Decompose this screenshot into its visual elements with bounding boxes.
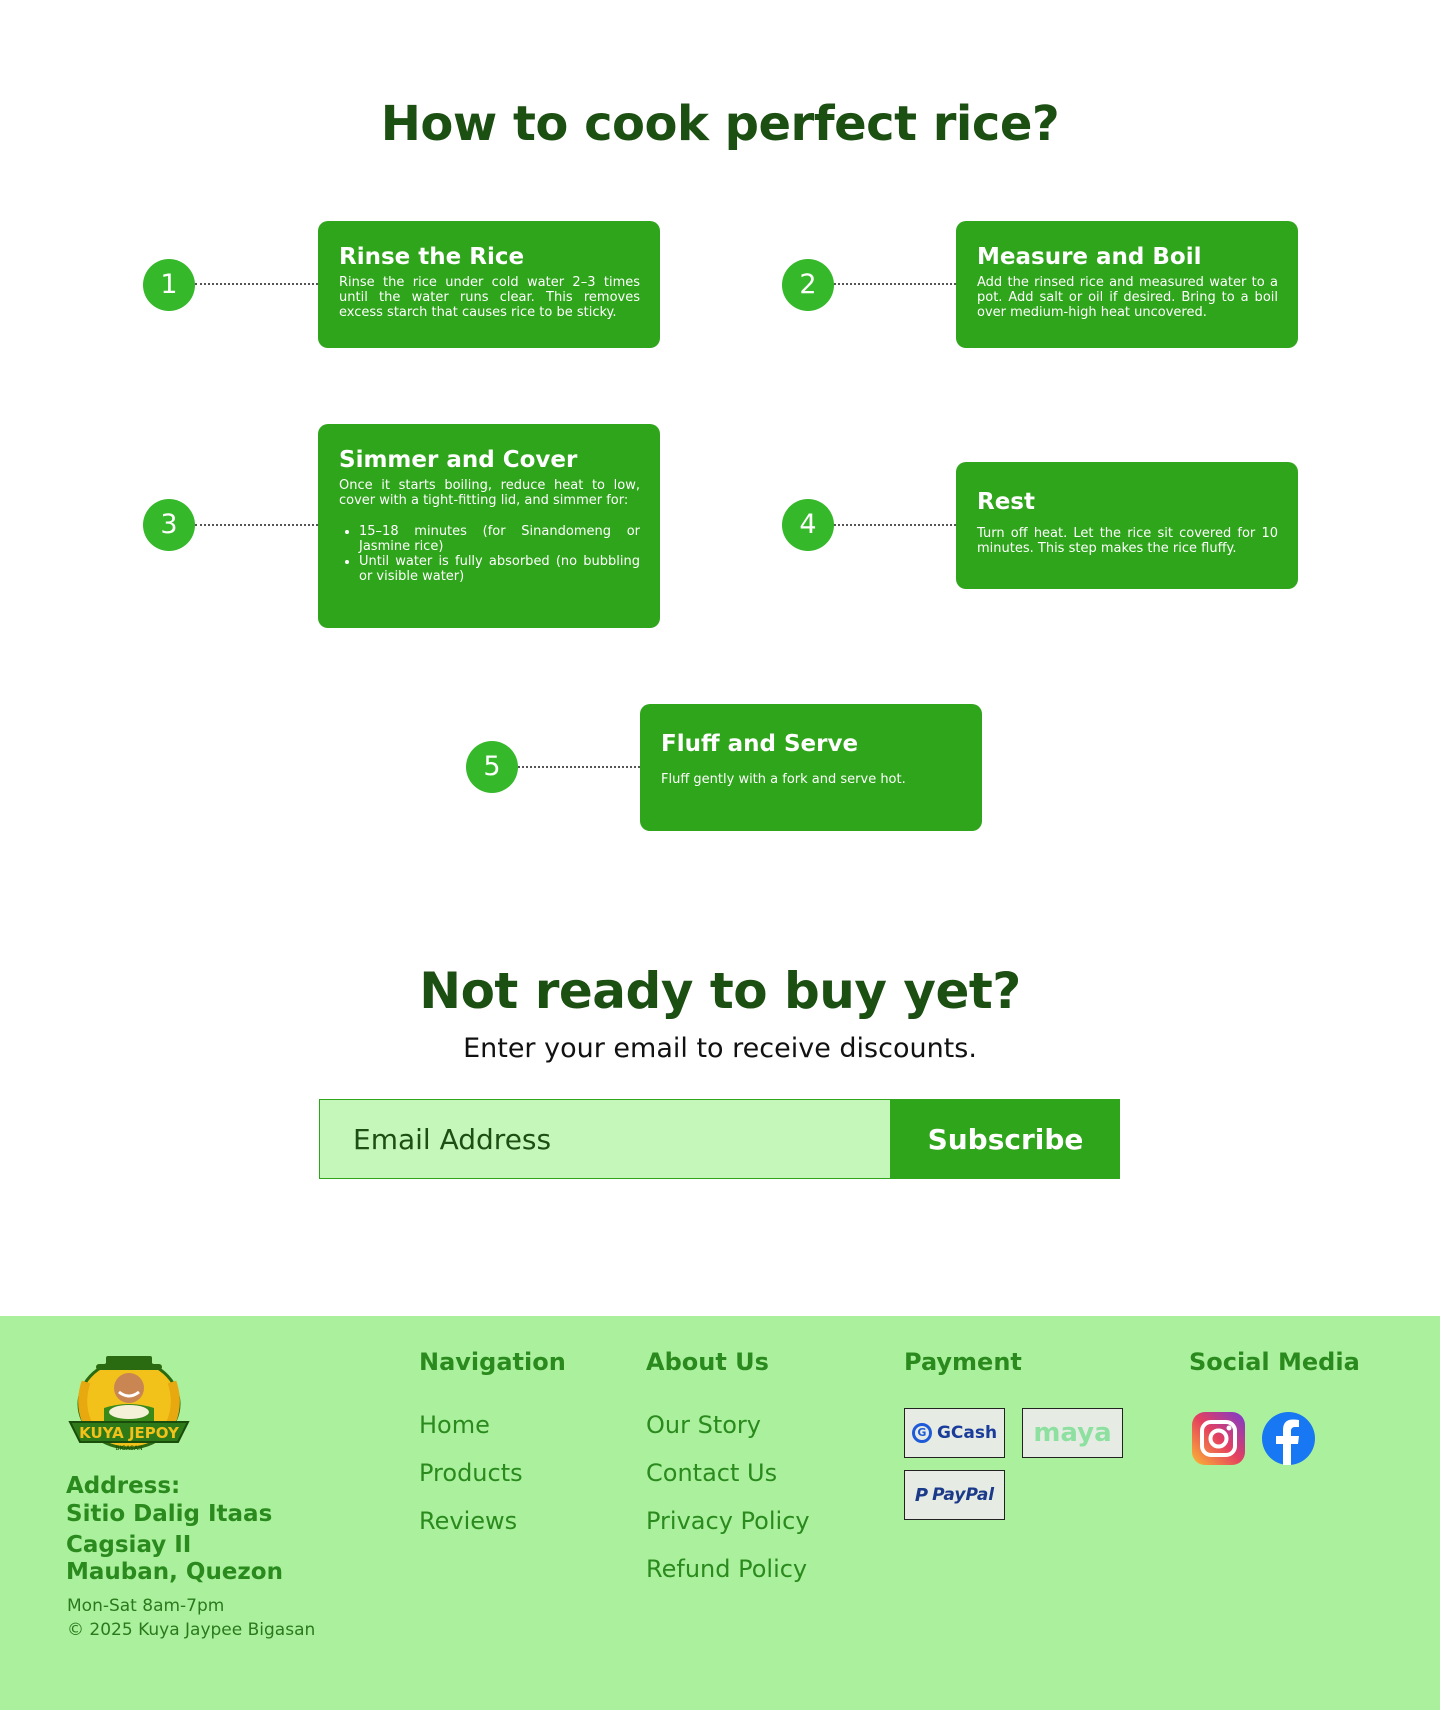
step-number: 5 — [466, 741, 518, 793]
address-line: Sitio Dalig Itaas — [66, 1501, 273, 1527]
step-title: Rinse the Rice — [339, 244, 525, 270]
step-title: Simmer and Cover — [339, 447, 578, 473]
footer: KUYA JEPOY BIGASAN Address: Sitio Dalig … — [0, 1316, 1440, 1710]
gcash-badge: G GCash — [904, 1408, 1005, 1458]
step-text: Turn off heat. Let the rice sit covered … — [977, 526, 1278, 556]
step-text: Rinse the rice under cold water 2–3 time… — [339, 275, 640, 320]
maya-badge: maya — [1022, 1408, 1123, 1458]
nav-link-products[interactable]: Products — [419, 1459, 523, 1487]
subscribe-form: Subscribe — [319, 1099, 1120, 1179]
kuya-jepoy-logo: KUYA JEPOY BIGASAN — [68, 1356, 190, 1452]
step-text: Once it starts boiling, reduce heat to l… — [339, 478, 640, 508]
newsletter-title: Not ready to buy yet? — [419, 962, 1021, 1020]
about-link-privacy-policy[interactable]: Privacy Policy — [646, 1507, 810, 1535]
step-connector — [834, 524, 956, 526]
paypal-badge: P PayPal — [904, 1470, 1005, 1520]
step-text: Add the rinsed rice and measured water t… — [977, 275, 1278, 320]
paypal-label: PayPal — [932, 1485, 995, 1505]
address-label: Address: — [66, 1473, 181, 1499]
logo-subtext: BIGASAN — [115, 1445, 142, 1452]
paypal-icon: P — [914, 1484, 929, 1506]
step-title: Rest — [977, 489, 1035, 515]
step-connector — [195, 524, 318, 526]
step-card: Fluff and Serve Fluff gently with a fork… — [640, 704, 982, 831]
payment-title: Payment — [904, 1348, 1022, 1376]
step-card: Measure and Boil Add the rinsed rice and… — [956, 221, 1298, 348]
about-link-refund-policy[interactable]: Refund Policy — [646, 1555, 807, 1583]
step-bullet: 15–18 minutes (for Sinandomeng or Jasmin… — [359, 524, 640, 554]
about-link-contact-us[interactable]: Contact Us — [646, 1459, 777, 1487]
step-connector — [518, 766, 640, 768]
step-text: Fluff gently with a fork and serve hot. — [661, 772, 906, 787]
step-card: Rest Turn off heat. Let the rice sit cov… — [956, 462, 1298, 589]
maya-label: maya — [1033, 1418, 1112, 1448]
gcash-label: GCash — [936, 1423, 998, 1443]
navigation-title: Navigation — [419, 1348, 566, 1376]
step-number: 2 — [782, 259, 834, 311]
how-to-title: How to cook perfect rice? — [380, 96, 1060, 152]
step-card: Simmer and Cover Once it starts boiling,… — [318, 424, 660, 628]
business-hours: Mon-Sat 8am-7pm — [67, 1596, 225, 1616]
email-input[interactable] — [319, 1099, 891, 1179]
step-title: Measure and Boil — [977, 244, 1202, 270]
subscribe-button[interactable]: Subscribe — [891, 1099, 1120, 1179]
step-number: 4 — [782, 499, 834, 551]
address-line: Cagsiay II — [66, 1532, 192, 1558]
copyright: © 2025 Kuya Jaypee Bigasan — [67, 1620, 316, 1640]
about-title: About Us — [646, 1348, 769, 1376]
step-bullet: Until water is fully absorbed (no bubbli… — [359, 554, 640, 584]
step-bullet-list: 15–18 minutes (for Sinandomeng or Jasmin… — [339, 524, 640, 584]
address-line: Mauban, Quezon — [66, 1559, 283, 1585]
social-media-title: Social Media — [1189, 1348, 1360, 1376]
step-connector — [834, 283, 956, 285]
step-card: Rinse the Rice Rinse the rice under cold… — [318, 221, 660, 348]
gcash-icon: G — [911, 1423, 932, 1443]
step-number: 3 — [143, 499, 195, 551]
nav-link-home[interactable]: Home — [419, 1411, 490, 1439]
step-number: 1 — [143, 259, 195, 311]
about-link-our-story[interactable]: Our Story — [646, 1411, 761, 1439]
step-connector — [195, 283, 318, 285]
nav-link-reviews[interactable]: Reviews — [419, 1507, 517, 1535]
step-title: Fluff and Serve — [661, 731, 859, 757]
newsletter-subtitle: Enter your email to receive discounts. — [463, 1033, 977, 1064]
instagram-icon[interactable] — [1191, 1411, 1246, 1466]
facebook-icon[interactable] — [1261, 1411, 1316, 1466]
logo-text: KUYA JEPOY — [79, 1424, 180, 1442]
